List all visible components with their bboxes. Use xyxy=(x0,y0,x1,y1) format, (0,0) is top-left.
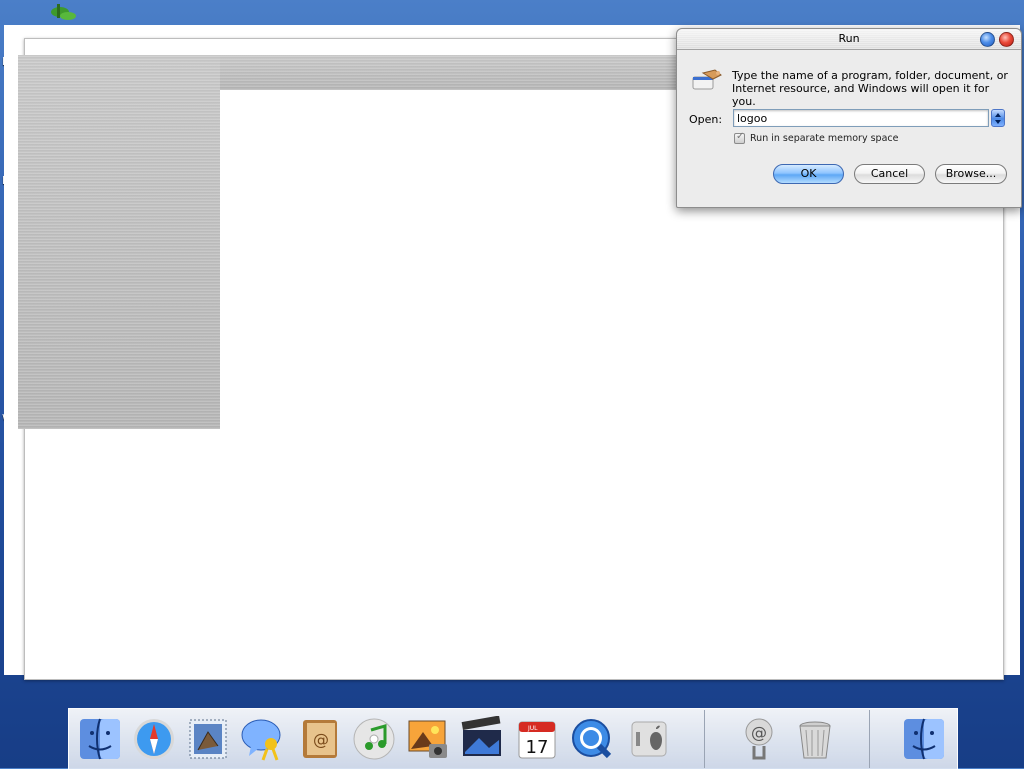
run-separate-memory-checkbox[interactable] xyxy=(734,131,745,144)
run-program-icon xyxy=(691,67,725,91)
itunes-icon[interactable] xyxy=(349,713,399,765)
run-description: Type the name of a program, folder, docu… xyxy=(732,69,1008,108)
run-dialog-title: Run xyxy=(838,32,860,45)
svg-text:@: @ xyxy=(751,723,767,742)
finder-icon[interactable] xyxy=(899,713,949,765)
run-separate-memory-label: Run in separate memory space xyxy=(750,133,899,144)
help-button[interactable] xyxy=(980,32,995,47)
mail-icon[interactable] xyxy=(183,713,233,765)
trash-icon[interactable] xyxy=(790,713,840,765)
imovie-icon[interactable] xyxy=(457,713,507,765)
ichat-icon[interactable] xyxy=(237,713,287,765)
svg-text:@: @ xyxy=(313,730,329,749)
open-dropdown-arrow-icon[interactable] xyxy=(991,109,1005,127)
open-input[interactable] xyxy=(733,109,989,127)
metal-sidebar xyxy=(18,55,220,429)
system-preferences-icon[interactable] xyxy=(624,713,674,765)
ical-month: JUL xyxy=(527,725,538,732)
finder-icon[interactable] xyxy=(75,713,125,765)
ical-icon[interactable]: JUL 17 xyxy=(512,713,562,765)
ical-day: 17 xyxy=(526,737,549,758)
browse-button[interactable]: Browse... xyxy=(935,164,1007,184)
ok-button[interactable]: OK xyxy=(773,164,844,184)
address-book-icon[interactable]: @ xyxy=(295,713,345,765)
mail-at-icon[interactable]: @ xyxy=(734,713,784,765)
run-dialog-titlebar[interactable]: Run xyxy=(677,29,1021,50)
run-dialog: Run Type the name of a program, folder, … xyxy=(676,28,1022,208)
dock-separator xyxy=(704,710,705,768)
iphoto-icon[interactable] xyxy=(403,713,453,765)
dock-separator xyxy=(869,710,870,768)
quicktime-icon[interactable] xyxy=(567,713,617,765)
cancel-button[interactable]: Cancel xyxy=(854,164,925,184)
close-button[interactable] xyxy=(999,32,1014,47)
desktop-plant-icon[interactable] xyxy=(40,2,84,24)
open-label: Open: xyxy=(689,113,723,126)
safari-icon[interactable] xyxy=(129,713,179,765)
